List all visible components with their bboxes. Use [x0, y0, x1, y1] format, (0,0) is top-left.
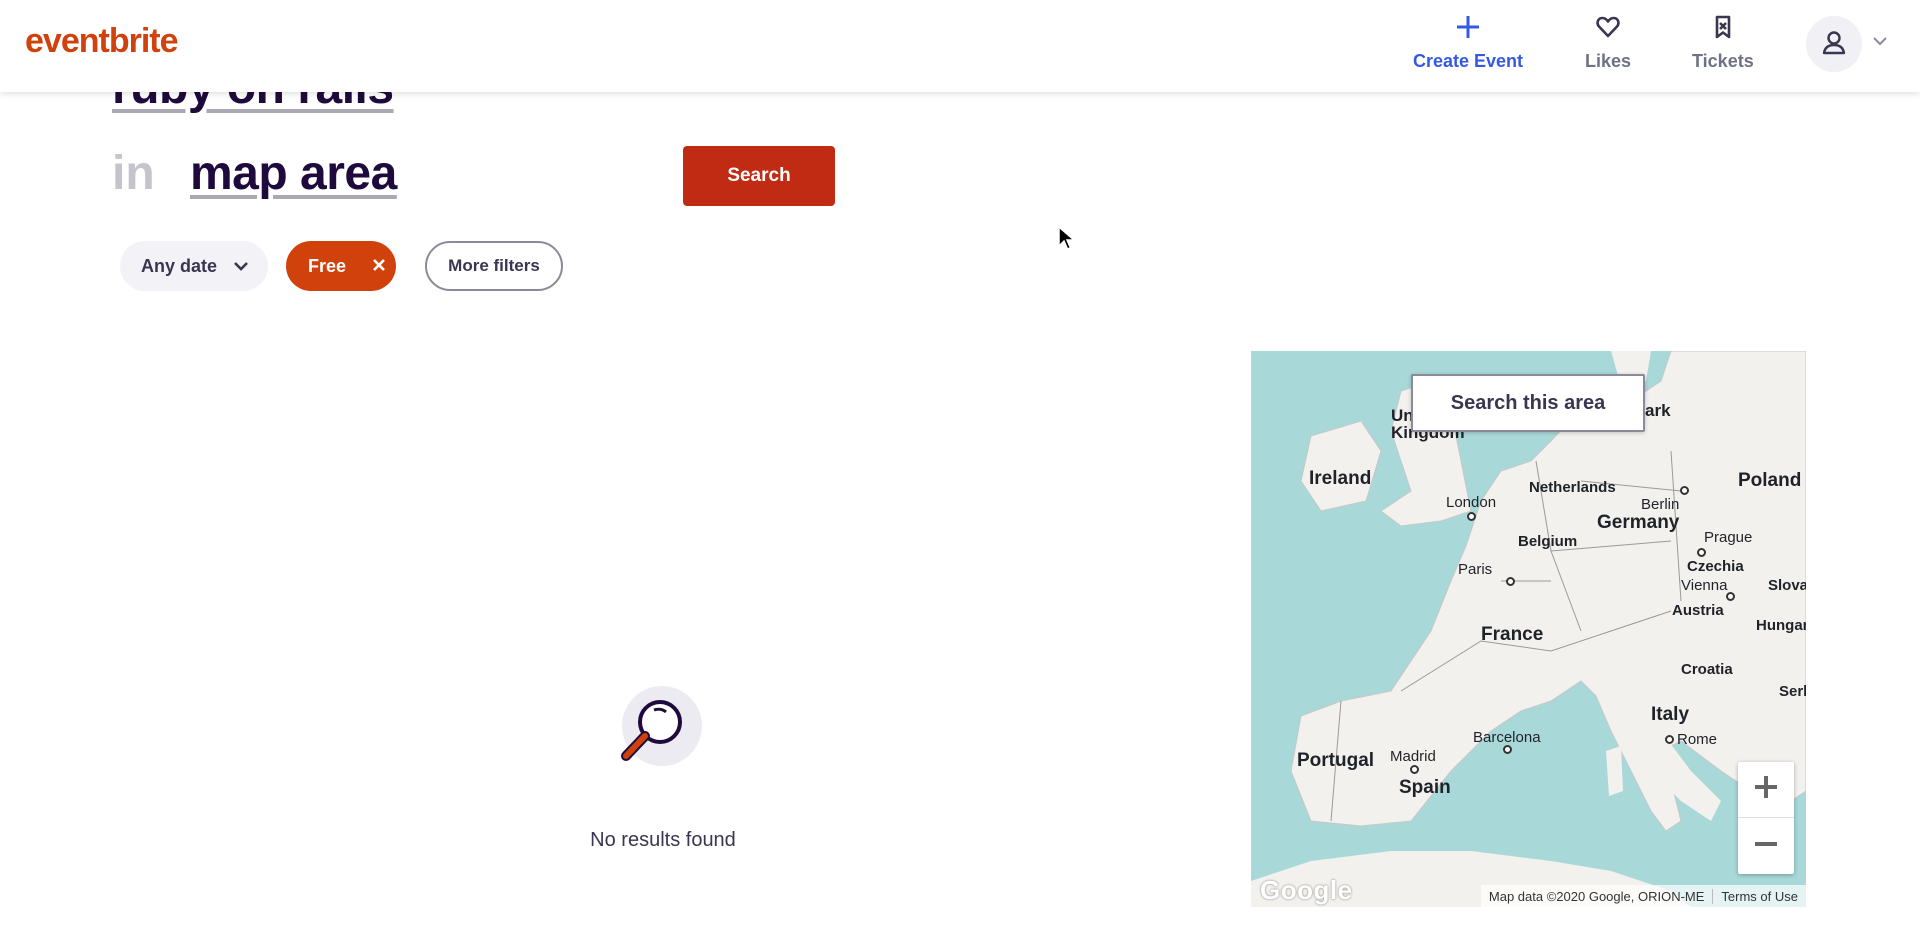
label-netherlands: Netherlands [1529, 479, 1616, 496]
zoom-in-button[interactable] [1738, 762, 1794, 818]
chevron-down-icon[interactable] [1872, 34, 1888, 52]
chevron-down-icon [233, 256, 249, 277]
label-croatia: Croatia [1681, 661, 1733, 678]
madrid-marker [1410, 765, 1419, 774]
date-filter-dropdown[interactable]: Any date [120, 241, 268, 291]
zoom-controls [1738, 762, 1794, 874]
label-austria: Austria [1672, 602, 1724, 619]
map-data-credit: Map data ©2020 Google, ORION-ME [1488, 888, 1705, 904]
label-poland: Poland [1738, 470, 1802, 491]
mouse-cursor-icon [1058, 225, 1077, 257]
label-vienna: Vienna [1681, 577, 1728, 594]
label-germany: Germany [1597, 512, 1680, 533]
zoom-out-button[interactable] [1738, 818, 1794, 874]
top-header: eventbrite Create Event Likes Tickets [0, 0, 1920, 92]
prague-marker [1697, 548, 1706, 557]
plus-icon [1455, 14, 1481, 45]
ticket-icon [1710, 14, 1736, 45]
free-filter-chip[interactable]: Free [286, 241, 396, 291]
vienna-marker [1726, 592, 1735, 601]
google-logo[interactable]: Google [1260, 875, 1353, 906]
terms-of-use-link[interactable]: Terms of Use [1712, 888, 1806, 904]
label-france: France [1481, 624, 1544, 645]
map-attribution: Map data ©2020 Google, ORION-ME Terms of… [1480, 885, 1806, 907]
label-hungary: Hungar [1756, 617, 1806, 634]
label-berlin: Berlin [1641, 496, 1680, 513]
label-italy: Italy [1651, 704, 1690, 725]
more-filters-button[interactable]: More filters [425, 241, 563, 291]
tickets-label: Tickets [1692, 51, 1754, 71]
location-input[interactable]: map area [190, 147, 397, 200]
eventbrite-logo[interactable]: eventbrite [25, 22, 178, 61]
london-marker [1467, 512, 1476, 521]
label-ireland: Ireland [1309, 468, 1372, 489]
no-results-message: No results found [590, 829, 736, 851]
magnifier-icon [614, 684, 714, 784]
location-line: in map area [112, 146, 397, 201]
likes-button[interactable]: Likes [1585, 14, 1631, 72]
label-denmark: ark [1645, 401, 1671, 420]
label-belgium: Belgium [1518, 533, 1578, 550]
barcelona-marker [1503, 745, 1512, 754]
likes-label: Likes [1585, 51, 1632, 71]
label-rome: Rome [1677, 731, 1718, 748]
berlin-marker [1680, 486, 1689, 495]
plus-icon [1753, 774, 1779, 805]
label-madrid: Madrid [1390, 748, 1436, 765]
user-icon [1820, 28, 1848, 61]
minus-icon [1753, 831, 1779, 862]
tickets-button[interactable]: Tickets [1692, 14, 1754, 72]
create-event-label: Create Event [1413, 51, 1524, 71]
free-filter-label: Free [308, 255, 347, 276]
user-avatar[interactable] [1806, 16, 1862, 72]
location-prefix: in [112, 147, 155, 200]
label-paris: Paris [1458, 561, 1493, 578]
map-view[interactable]: Ireland United Kingdom ark Netherlands G… [1251, 351, 1806, 907]
search-this-area-button[interactable]: Search this area [1411, 374, 1645, 432]
label-barcelona: Barcelona [1473, 729, 1541, 746]
close-icon[interactable] [372, 256, 386, 277]
heart-icon [1595, 14, 1621, 45]
search-button[interactable]: Search [683, 146, 835, 206]
label-slovakia: Slova [1768, 577, 1806, 594]
label-prague: Prague [1704, 529, 1753, 546]
paris-marker [1506, 577, 1515, 586]
label-portugal: Portugal [1297, 750, 1375, 771]
label-serbia: Serb [1779, 683, 1806, 700]
label-spain: Spain [1399, 777, 1451, 798]
label-london: London [1446, 494, 1497, 511]
create-event-button[interactable]: Create Event [1413, 14, 1523, 72]
date-filter-label: Any date [141, 255, 218, 276]
label-czechia: Czechia [1687, 558, 1744, 575]
rome-marker [1665, 735, 1674, 744]
